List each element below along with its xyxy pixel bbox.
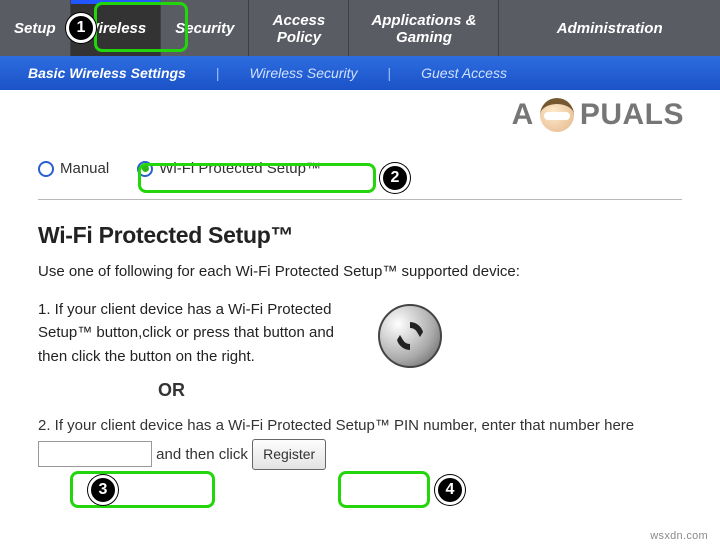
mode-radio-group: Manual Wi-Fi Protected Setup™ — [38, 160, 682, 177]
subnav-wireless-security[interactable]: Wireless Security — [221, 65, 385, 81]
tab-applications-gaming[interactable]: Applications & Gaming — [349, 0, 499, 56]
pin-input[interactable] — [38, 441, 152, 467]
radio-wps[interactable]: Wi-Fi Protected Setup™ — [137, 160, 321, 177]
step2-text: 2. If your client device has a Wi-Fi Pro… — [38, 413, 682, 470]
callout-3: 3 — [88, 475, 118, 505]
or-label: OR — [158, 380, 682, 401]
radio-icon — [137, 161, 153, 177]
callout-1: 1 — [66, 13, 96, 43]
watermark: wsxdn.com — [650, 530, 708, 542]
register-button[interactable]: Register — [252, 439, 326, 471]
sub-nav: Basic Wireless Settings | Wireless Secur… — [0, 56, 720, 90]
top-nav: Setup Wireless Security Access Policy Ap… — [0, 0, 720, 56]
step2-text-a: 2. If your client device has a Wi-Fi Pro… — [38, 417, 634, 434]
intro-text: Use one of following for each Wi-Fi Prot… — [38, 263, 682, 280]
subnav-basic-wireless[interactable]: Basic Wireless Settings — [0, 65, 214, 81]
brand-letter-a: A — [512, 98, 534, 132]
main-content: Manual Wi-Fi Protected Setup™ Wi-Fi Prot… — [0, 90, 720, 470]
tab-setup[interactable]: Setup — [0, 0, 71, 56]
wps-arrows-icon — [393, 319, 427, 353]
subnav-guest-access[interactable]: Guest Access — [393, 65, 535, 81]
wps-push-button[interactable] — [378, 304, 442, 368]
tab-security[interactable]: Security — [161, 0, 249, 56]
radio-wps-label: Wi-Fi Protected Setup™ — [159, 160, 321, 177]
highlight-4 — [338, 471, 430, 508]
callout-4: 4 — [435, 475, 465, 505]
brand-rest: PUALS — [580, 98, 684, 132]
callout-2: 2 — [380, 163, 410, 193]
radio-icon — [38, 161, 54, 177]
tab-access-policy[interactable]: Access Policy — [249, 0, 349, 56]
brand-logo: A PUALS — [512, 98, 684, 132]
step1-row: 1. If your client device has a Wi-Fi Pro… — [38, 298, 682, 368]
radio-manual[interactable]: Manual — [38, 160, 109, 177]
mascot-icon — [540, 98, 574, 132]
radio-manual-label: Manual — [60, 160, 109, 177]
step2-text-b: and then click — [156, 445, 248, 462]
step1-text: 1. If your client device has a Wi-Fi Pro… — [38, 298, 348, 368]
divider — [38, 199, 682, 200]
tab-administration[interactable]: Administration — [499, 0, 720, 56]
section-title: Wi-Fi Protected Setup™ — [38, 222, 682, 249]
